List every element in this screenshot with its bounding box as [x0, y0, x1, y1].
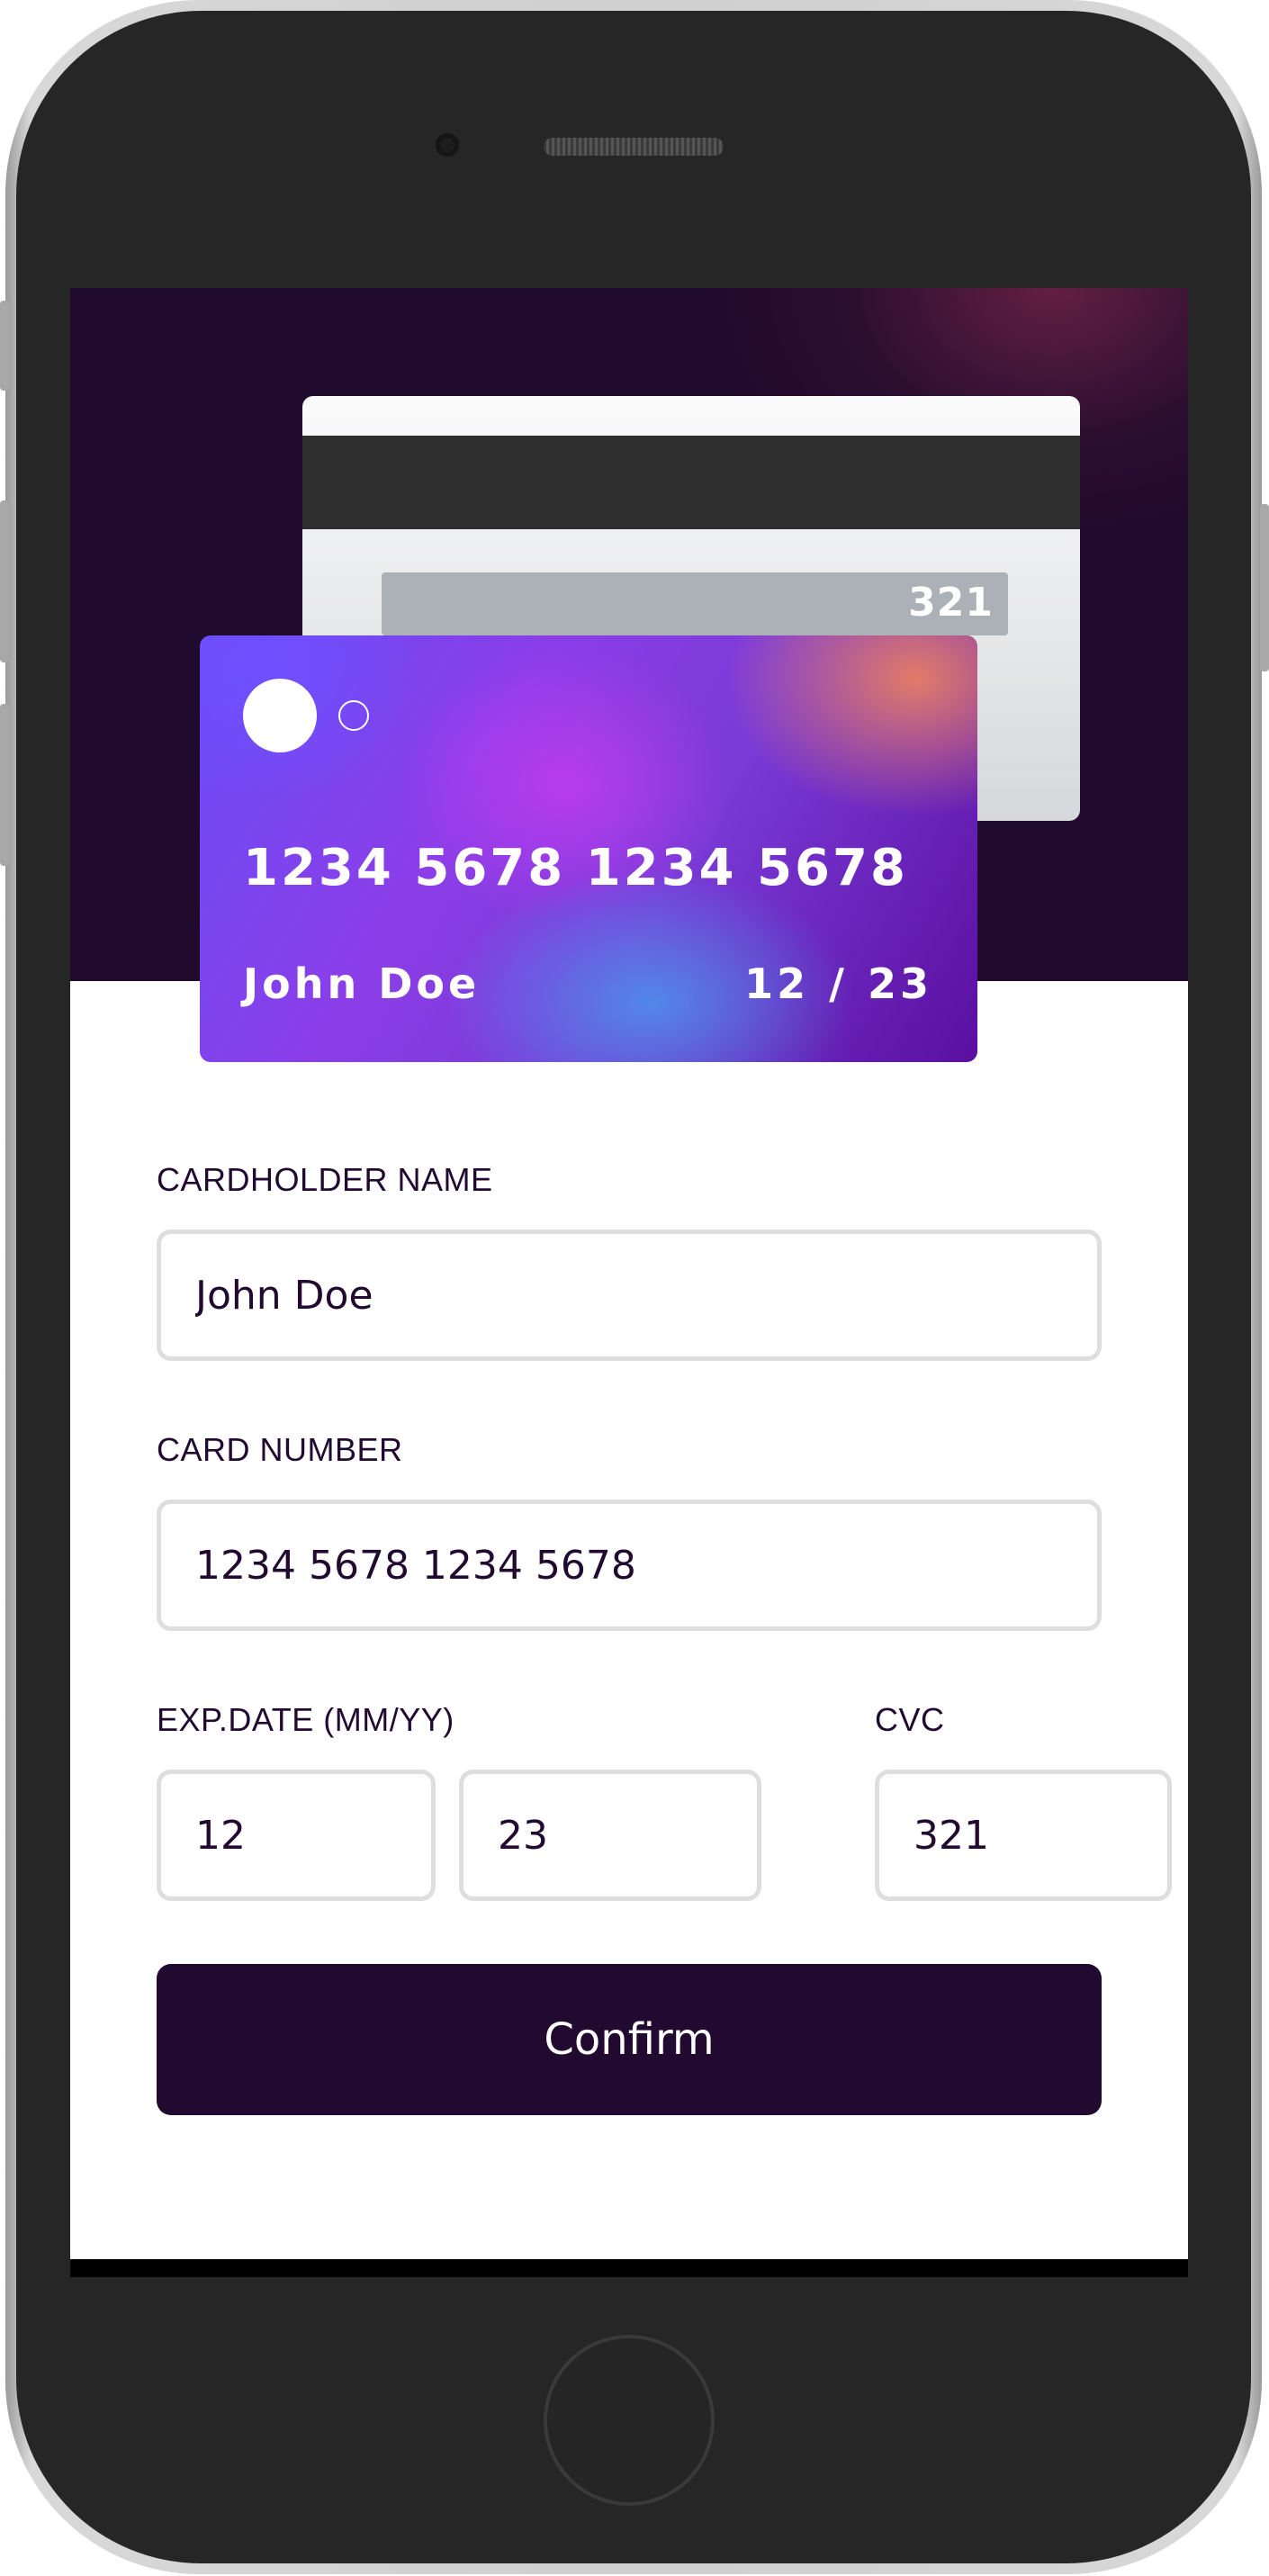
- card-logo-outline-circle-icon: [338, 700, 369, 731]
- card-logo-filled-circle-icon: [243, 679, 317, 752]
- card-number-label: CARD NUMBER: [157, 1431, 403, 1468]
- volume-down-button: [0, 704, 9, 866]
- card-front-exp-month: 12: [744, 959, 810, 1008]
- card-preview-header: 321 1234 5678 1234 5678 John Doe 12 / 23: [70, 288, 1188, 1062]
- signature-strip: 321: [382, 572, 1008, 635]
- card-front: 1234 5678 1234 5678 John Doe 12 / 23: [200, 635, 977, 1062]
- card-front-exp-separator: /: [829, 959, 848, 1008]
- app-screen: 321 1234 5678 1234 5678 John Doe 12 / 23 C…: [70, 288, 1188, 2277]
- front-camera: [436, 133, 459, 157]
- mute-switch: [0, 301, 9, 391]
- card-number-field[interactable]: [157, 1500, 1102, 1631]
- card-front-name: John Doe: [243, 959, 481, 1008]
- exp-month-field[interactable]: [157, 1770, 436, 1901]
- card-front-expiry: 12 / 23: [744, 959, 932, 1008]
- cvc-label: CVC: [875, 1701, 945, 1738]
- cardholder-name-input[interactable]: [195, 1272, 1097, 1319]
- card-number-input[interactable]: [195, 1542, 1097, 1589]
- cvc-field[interactable]: [875, 1770, 1172, 1901]
- volume-up-button: [0, 500, 9, 662]
- magnetic-stripe: [302, 436, 1080, 529]
- exp-month-input[interactable]: [195, 1812, 431, 1859]
- exp-year-field[interactable]: [459, 1770, 761, 1901]
- exp-date-label: EXP.DATE (MM/YY): [157, 1701, 454, 1738]
- card-front-number: 1234 5678 1234 5678: [243, 839, 908, 897]
- home-button[interactable]: [544, 2335, 715, 2506]
- cardholder-name-label: CARDHOLDER NAME: [157, 1161, 493, 1198]
- screen-bottom-edge: [70, 2259, 1188, 2277]
- cardholder-name-field[interactable]: [157, 1229, 1102, 1361]
- confirm-button[interactable]: Confirm: [157, 1964, 1102, 2115]
- exp-year-input[interactable]: [498, 1812, 757, 1859]
- card-back-cvc: 321: [908, 580, 994, 626]
- cvc-input[interactable]: [914, 1812, 1167, 1859]
- earpiece-speaker: [544, 138, 724, 156]
- card-front-exp-year: 23: [867, 959, 932, 1008]
- power-button: [1260, 504, 1269, 671]
